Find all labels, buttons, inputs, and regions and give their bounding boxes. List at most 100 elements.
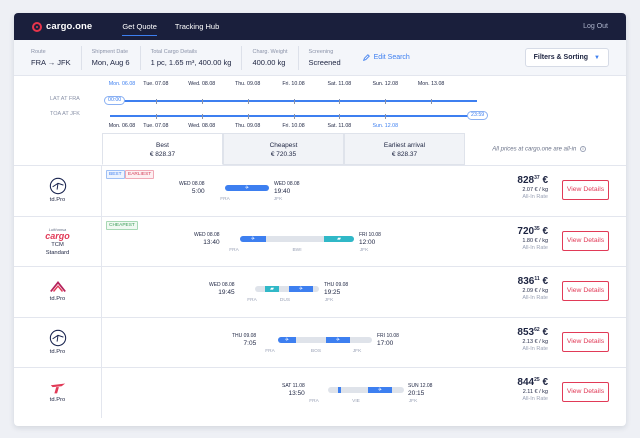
toa-date-label[interactable]: Tue. 07.08	[143, 123, 168, 129]
airport-destination: JFK	[359, 247, 369, 253]
view-details-button[interactable]: View Details	[562, 331, 609, 352]
toa-date-label[interactable]: Thu. 09.08	[235, 123, 260, 129]
airport-origin: FRA	[265, 348, 275, 354]
arrival: FRI 10.08 12:00	[359, 232, 381, 246]
logout-link[interactable]: Log Out	[583, 23, 608, 30]
tab-best[interactable]: Best € 828.37	[102, 133, 223, 165]
lat-tick	[339, 98, 341, 104]
arrival-day: FRI 10.08	[377, 332, 399, 339]
price: 83611 €	[488, 276, 548, 287]
tab-cheapest[interactable]: Cheapest € 720.35	[223, 133, 344, 165]
lat-date-label[interactable]: Mon. 06.08	[109, 81, 136, 87]
chevron-down-icon: ▼	[594, 54, 600, 61]
tab-earliest-price: € 828.37	[391, 151, 418, 158]
toa-slider-track[interactable]	[110, 113, 477, 119]
airport-transit: BOS	[310, 348, 322, 354]
lat-date-label[interactable]: Sun. 12.08	[372, 81, 398, 87]
price-per-kg: 1.80 € / kg	[522, 237, 548, 244]
airport-transit: DUS	[279, 298, 291, 303]
screening-summary: Screening Screened	[309, 46, 351, 70]
eurowings-logo-icon	[49, 281, 66, 293]
nav-get-quote[interactable]: Get Quote	[122, 13, 157, 40]
weight-summary: Charg. Weight 400.00 kg	[252, 45, 299, 70]
lat-date-label[interactable]: Thu. 09.08	[235, 81, 260, 87]
toa-tick	[385, 113, 387, 119]
carrier-cell: td.Pro	[14, 267, 102, 317]
lat-tick	[293, 98, 295, 104]
price: 82837 €	[488, 175, 548, 186]
lat-date-label[interactable]: Mon. 13.08	[418, 81, 445, 87]
view-details-button[interactable]: View Details	[562, 281, 609, 301]
view-details-button[interactable]: View Details	[562, 382, 609, 402]
result-row: td.Pro SAT 11.08 13:50 ✈ SUN 12.08 20:15…	[14, 367, 626, 418]
carrier-cell: td.Pro	[14, 166, 102, 216]
result-row: td.Pro THU 09.08 7:05 ✈ ✈ FRI 10.08 17:0…	[14, 316, 626, 368]
date-timeline: LAT AT FRA TOA AT JFK 00:00 23:59 Mon. 0…	[14, 76, 626, 133]
toa-date-label[interactable]: Mon. 06.08	[109, 123, 136, 129]
price-per-kg: 2.11 € / kg	[522, 389, 548, 395]
toa-date-label[interactable]: Sun. 12.08	[372, 123, 398, 129]
departure-day: WED 08.08	[209, 282, 235, 288]
weight-value: 400.00 kg	[252, 57, 286, 67]
toa-tick	[293, 113, 295, 119]
lat-date-label[interactable]: Fri. 10.08	[282, 81, 304, 87]
arrival-time: 17:00	[377, 339, 394, 347]
badge-earliest: EARLIEST	[125, 170, 155, 179]
airport-transit: VIE	[352, 399, 360, 404]
arrival-day: WED 08.08	[274, 181, 300, 187]
info-icon[interactable]: i	[580, 146, 586, 152]
view-details-button[interactable]: View Details	[562, 230, 609, 251]
carrier-cell: td.Pro	[14, 368, 102, 418]
route-visual: WED 08.08 13:40 ✈ ▰ FRI 10.08 12:00 FRA …	[194, 217, 384, 267]
lat-tick	[155, 98, 157, 104]
plane-icon: ✈	[284, 336, 290, 343]
brand-name: cargo.one	[46, 21, 93, 32]
lat-date-label[interactable]: Tue. 07.08	[143, 81, 168, 87]
nav-tracking-hub[interactable]: Tracking Hub	[175, 13, 219, 40]
results-list: td.Pro BEST EARLIEST WED 08.08 5:00 ✈ WE…	[14, 165, 626, 418]
rate-type: All-In Rate	[522, 244, 548, 251]
route-bar: ✈	[225, 185, 269, 191]
price-main: 844	[517, 377, 535, 388]
badge-cheapest: CHEAPEST	[106, 220, 138, 230]
lat-time-handle[interactable]: 00:00	[104, 96, 126, 105]
arrival: THU 09.08 19:25	[324, 282, 348, 296]
lat-date-label[interactable]: Sat. 11.08	[327, 81, 351, 87]
crane-logo-icon	[49, 329, 66, 346]
toa-time-handle[interactable]: 23:59	[467, 111, 489, 120]
arrival-day: THU 09.08	[324, 282, 349, 288]
filters-sorting-dropdown[interactable]: Filters & Sorting ▼	[524, 48, 609, 67]
departure-time: 19:45	[218, 289, 235, 296]
rate-type: All-In Rate	[522, 396, 548, 402]
edit-search-button[interactable]: Edit Search	[362, 54, 410, 61]
lat-tick	[247, 98, 249, 104]
cargo-logo-text: cargo	[45, 231, 70, 241]
lat-date-label[interactable]: Wed. 08.08	[188, 81, 215, 87]
top-nav: cargo.one Get Quote Tracking Hub Log Out	[14, 13, 626, 40]
route-visual: THU 09.08 7:05 ✈ ✈ FRI 10.08 17:00 FRA B…	[232, 318, 402, 368]
rate-type: All-In Rate	[522, 295, 548, 301]
departure-day: WED 08.08	[194, 231, 220, 238]
toa-date-label[interactable]: Fri. 10.08	[282, 123, 304, 129]
plane-icon: ✈	[335, 336, 341, 343]
view-details-button[interactable]: View Details	[562, 180, 609, 200]
price-cents: 25	[534, 377, 540, 383]
lat-slider-track[interactable]	[110, 98, 477, 104]
tab-earliest-arrival[interactable]: Earliest arrival € 828.37	[344, 133, 465, 165]
date-label: Shipment Date	[91, 48, 129, 55]
screening-value: Screened	[308, 57, 341, 67]
arrival-time: 12:00	[359, 238, 376, 246]
flight-segment: ✈	[278, 336, 296, 343]
date-value: Mon, Aug 6	[91, 57, 130, 67]
cargo-logo-icon: Lufthansa cargo	[45, 226, 70, 241]
carrier-name: td.Pro	[49, 197, 66, 204]
toa-date-label[interactable]: Sat. 11.08	[327, 123, 351, 129]
airport-transit: BWI	[292, 247, 302, 253]
filters-label: Filters & Sorting	[533, 54, 589, 61]
departure-time: 5:00	[191, 188, 205, 195]
brand-logo[interactable]: cargo.one	[32, 21, 92, 32]
all-in-note-text: All prices at cargo.one are all-in	[492, 146, 577, 153]
route-visual: SAT 11.08 13:50 ✈ SUN 12.08 20:15 FRA VI…	[282, 368, 452, 418]
departure: THU 09.08 7:05	[232, 333, 256, 347]
toa-date-label[interactable]: Wed. 08.08	[188, 123, 215, 129]
